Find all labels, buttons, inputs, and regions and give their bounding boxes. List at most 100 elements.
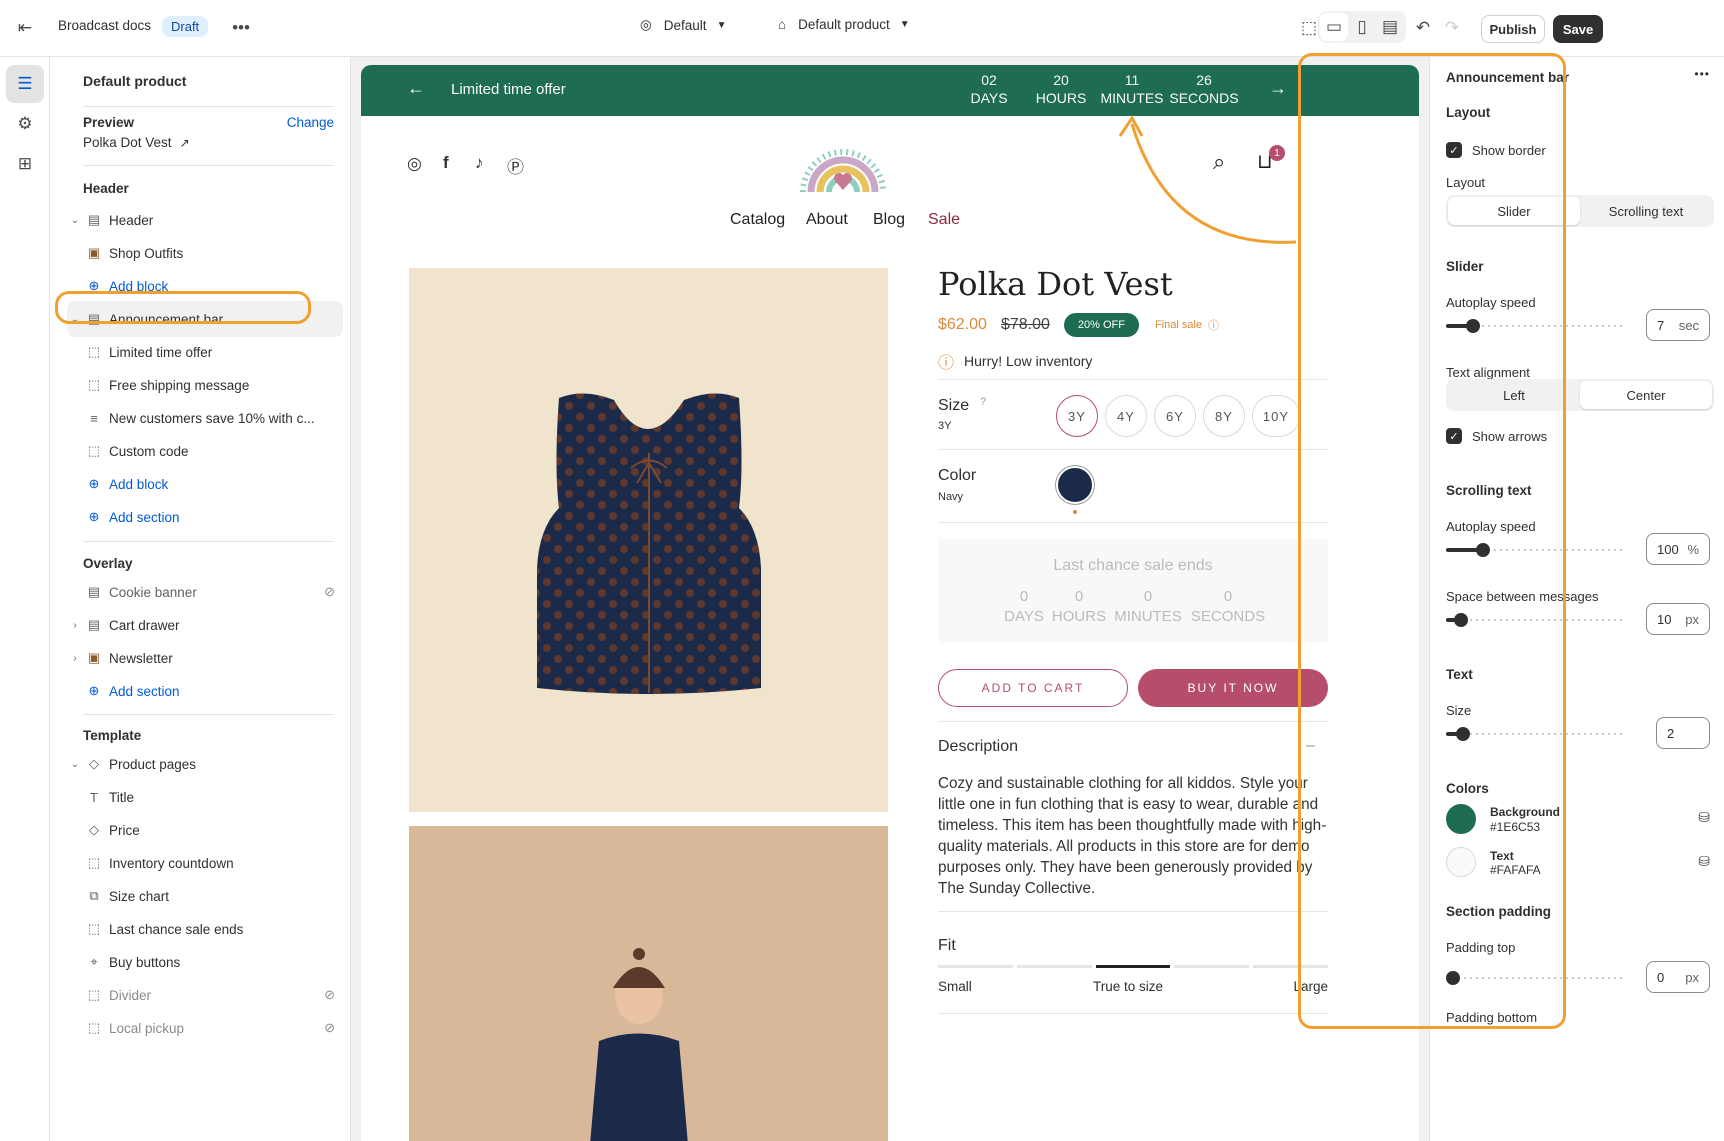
rainbow-logo[interactable] [795,126,891,198]
tree-block-divider[interactable]: ⬚ Divider ⊘ [67,977,343,1013]
tree-block-custom-code[interactable]: ⬚ Custom code [67,433,343,469]
add-section-button[interactable]: ⊕ Add section [67,499,343,535]
tree-block-last-chance[interactable]: ⬚ Last chance sale ends [67,911,343,947]
autoplay-speed-input[interactable]: 7 sec [1646,309,1710,341]
eye-hidden-icon[interactable]: ⊘ [324,987,335,1003]
tree-block-buy-buttons[interactable]: ⌖ Buy buttons [67,944,343,980]
nav-blog[interactable]: Blog [873,211,905,229]
tree-block-title[interactable]: T Title [67,779,343,815]
align-option-left[interactable]: Left [1448,381,1580,409]
mobile-icon[interactable]: ▯ [1348,13,1376,41]
redo-button[interactable]: ↷ [1437,13,1467,43]
layout-option-slider[interactable]: Slider [1448,197,1580,225]
database-icon[interactable]: ⛁ [1698,809,1710,826]
show-border-checkbox[interactable]: ✓ Show border [1446,142,1546,158]
help-icon[interactable]: ⓘ [1208,317,1219,333]
publish-button[interactable]: Publish [1481,15,1545,43]
chevron-down-icon[interactable]: ⌄ [67,215,83,226]
add-section-button[interactable]: ⊕ Add section [67,673,343,709]
tree-block-new-customers[interactable]: ≡ New customers save 10% with c... [67,400,343,436]
product-image-main[interactable] [409,268,888,812]
template-selector[interactable]: ⌂ Default product ▼ [778,17,910,32]
add-block-button[interactable]: ⊕ Add block [67,268,343,304]
show-arrows-checkbox[interactable]: ✓ Show arrows [1446,428,1547,444]
size-option-6y[interactable]: 6Y [1154,395,1196,437]
text-color-swatch[interactable] [1446,847,1476,877]
autoplay-speed-slider[interactable] [1446,318,1626,334]
tree-block-shop-outfits[interactable]: ▣ Shop Outfits [67,235,343,271]
tiktok-icon[interactable]: ♪ [475,153,484,173]
color-swatch-navy[interactable] [1056,466,1094,504]
settings-gear-icon[interactable]: ⚙ [6,105,44,143]
collapse-minus-icon[interactable]: – [1306,737,1315,755]
space-between-input[interactable]: 10 px [1646,603,1710,635]
align-option-center[interactable]: Center [1580,381,1712,409]
undo-button[interactable]: ↶ [1408,13,1438,43]
padding-top-slider[interactable] [1446,970,1626,986]
product-image-secondary[interactable] [409,826,888,1141]
apps-icon[interactable]: ⊞ [6,145,44,183]
preview-product[interactable]: Polka Dot Vest ↗ [83,135,190,150]
arrow-right-icon[interactable]: → [1269,78,1287,99]
tree-block-inventory-countdown[interactable]: ⬚ Inventory countdown [67,845,343,881]
slider-knob[interactable] [1476,543,1490,557]
sections-icon[interactable]: ☰ [6,65,44,103]
add-to-cart-button[interactable]: ADD TO CART [938,669,1128,707]
database-icon[interactable]: ⛁ [1698,853,1710,870]
space-between-slider[interactable] [1446,612,1626,628]
more-actions-button[interactable]: ••• [226,13,256,43]
size-option-10y[interactable]: 10Y [1252,395,1300,437]
change-preview-link[interactable]: Change [287,115,334,130]
tree-block-local-pickup[interactable]: ⬚ Local pickup ⊘ [67,1010,343,1046]
size-help-icon[interactable]: ? [980,396,986,408]
slider-knob[interactable] [1454,613,1468,627]
tree-section-product-pages[interactable]: ⌄ ◇ Product pages [67,746,343,782]
size-option-3y[interactable]: 3Y [1056,395,1098,437]
add-block-button[interactable]: ⊕ Add block [67,466,343,502]
tree-block-limited-offer[interactable]: ⬚ Limited time offer [67,334,343,370]
nav-catalog[interactable]: Catalog [730,211,785,229]
nav-sale[interactable]: Sale [928,211,960,229]
tree-block-size-chart[interactable]: ⧉ Size chart [67,878,343,914]
tree-block-price[interactable]: ◇ Price [67,812,343,848]
save-button[interactable]: Save [1553,15,1603,43]
exit-button[interactable]: ⇤ [10,13,40,43]
tree-section-announcement-bar[interactable]: ⌄ ▤ Announcement bar [67,301,343,337]
nav-about[interactable]: About [806,211,848,229]
text-size-slider[interactable] [1446,726,1626,742]
chevron-right-icon[interactable]: › [67,620,83,631]
tree-section-header[interactable]: ⌄ ▤ Header [67,202,343,238]
size-option-4y[interactable]: 4Y [1105,395,1147,437]
fullscreen-icon[interactable]: ▤ [1376,13,1404,41]
tree-section-cookie-banner[interactable]: ▤ Cookie banner ⊘ [67,574,343,610]
desktop-icon[interactable]: ▭ [1320,13,1348,41]
chevron-right-icon[interactable]: › [67,653,83,664]
chevron-down-icon[interactable]: ⌄ [67,314,83,325]
more-options-icon[interactable]: ••• [1694,67,1710,81]
slider-knob[interactable] [1456,727,1470,741]
chevron-down-icon[interactable]: ⌄ [67,759,83,770]
scroll-speed-input[interactable]: 100% [1646,533,1710,565]
text-size-input[interactable]: 2 [1656,717,1710,749]
description-title[interactable]: Description [938,738,1018,756]
arrow-left-icon[interactable]: ← [407,78,425,99]
theme-selector[interactable]: ◎ Default ▼ [640,17,726,33]
eye-hidden-icon[interactable]: ⊘ [324,1020,335,1036]
divider [83,165,334,166]
size-option-8y[interactable]: 8Y [1203,395,1245,437]
instagram-icon[interactable]: ◎ [407,154,422,174]
tree-block-free-shipping[interactable]: ⬚ Free shipping message [67,367,343,403]
slider-knob[interactable] [1446,971,1460,985]
layout-option-scrolling[interactable]: Scrolling text [1580,197,1712,225]
padding-top-input[interactable]: 0 px [1646,961,1710,993]
facebook-icon[interactable]: f [443,153,449,173]
slider-knob[interactable] [1466,319,1480,333]
tree-section-newsletter[interactable]: › ▣ Newsletter [67,640,343,676]
eye-hidden-icon[interactable]: ⊘ [324,584,335,600]
buy-now-button[interactable]: BUY IT NOW [1138,669,1328,707]
pinterest-icon[interactable]: Ⓟ [507,153,524,178]
tree-section-cart-drawer[interactable]: › ▤ Cart drawer [67,607,343,643]
background-color-swatch[interactable] [1446,804,1476,834]
announcement-bar[interactable]: ← Limited time offer 02 DAYS 20 HOURS 11 MI… [361,65,1419,116]
scroll-speed-slider[interactable] [1446,542,1626,558]
